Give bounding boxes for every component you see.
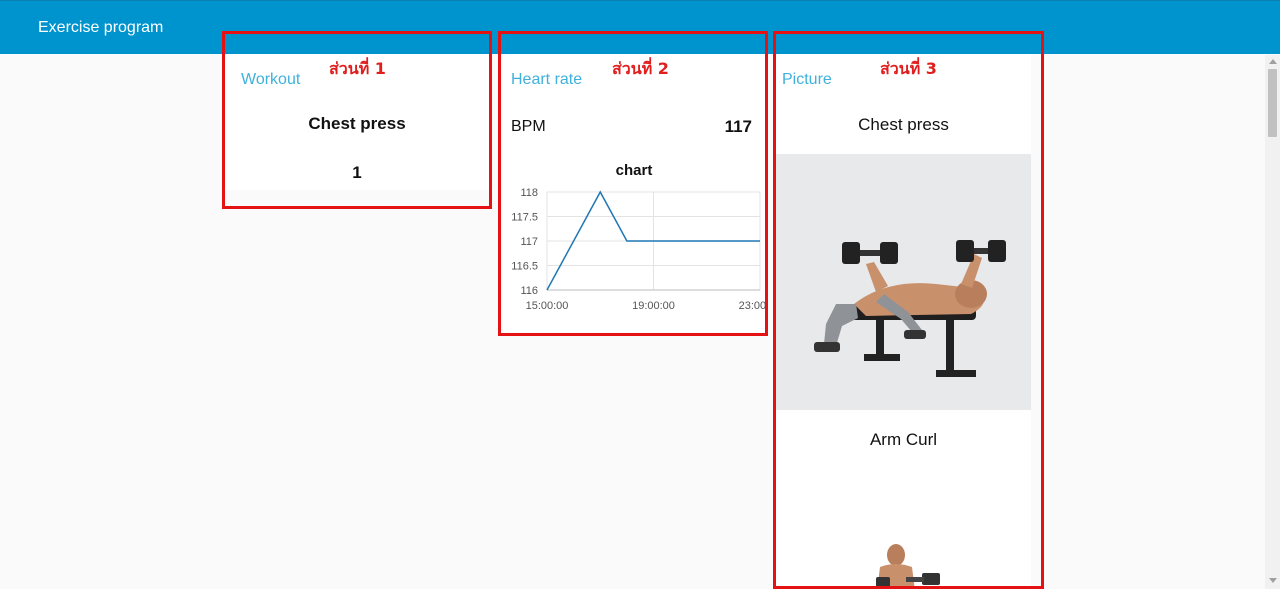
chart-x-axis: 15:00:00 19:00:00 23:00:00 <box>526 300 765 312</box>
arm-curl-image <box>776 539 1031 589</box>
exercise-name: Chest press <box>308 114 406 133</box>
workout-card-title: Workout <box>241 71 301 88</box>
chart-y-tick-label: 117.5 <box>511 212 538 224</box>
chart-x-tick-label: 23:00:00 <box>739 300 765 312</box>
heart-rate-card: Heart rate BPM 117 chart 118 117.5 117 116.… <box>502 54 765 332</box>
picture-card: Picture Chest press Arm Curl <box>776 54 1031 589</box>
chart-y-axis: 118 117.5 117 116.5 116 <box>511 187 538 297</box>
scroll-down-arrow-icon[interactable] <box>1269 578 1277 583</box>
heart-rate-card-title: Heart rate <box>511 71 583 88</box>
picture-caption-2: Arm Curl <box>869 430 938 449</box>
chart-y-tick-label: 116.5 <box>511 261 538 273</box>
bpm-value: 117 <box>724 117 752 136</box>
exercise-count: 1 <box>352 163 362 182</box>
chart-title: chart <box>616 162 653 179</box>
section-2-tag: ส่วนที่ 2 <box>612 59 669 78</box>
chart-y-tick-label: 117 <box>520 236 538 248</box>
chart-y-tick-label: 118 <box>520 187 538 199</box>
picture-card-title: Picture <box>782 71 832 88</box>
picture-caption-1: Chest press <box>858 115 949 134</box>
chart-x-tick-label: 15:00:00 <box>526 300 569 312</box>
section-3-tag: ส่วนที่ 3 <box>880 59 937 78</box>
app-header: Exercise program <box>0 0 1280 54</box>
chest-press-image <box>776 154 1031 410</box>
heart-rate-chart: chart 118 117.5 117 116.5 116 15:00:00 19:00:… <box>511 162 765 312</box>
scrollbar-thumb[interactable] <box>1268 69 1277 137</box>
scroll-up-arrow-icon[interactable] <box>1269 59 1277 64</box>
bpm-label: BPM <box>511 118 546 135</box>
chart-y-tick-label: 116 <box>520 285 538 297</box>
chart-x-tick-label: 19:00:00 <box>632 300 675 312</box>
app-title: Exercise program <box>38 19 164 36</box>
section-1-tag: ส่วนที่ 1 <box>329 59 386 78</box>
